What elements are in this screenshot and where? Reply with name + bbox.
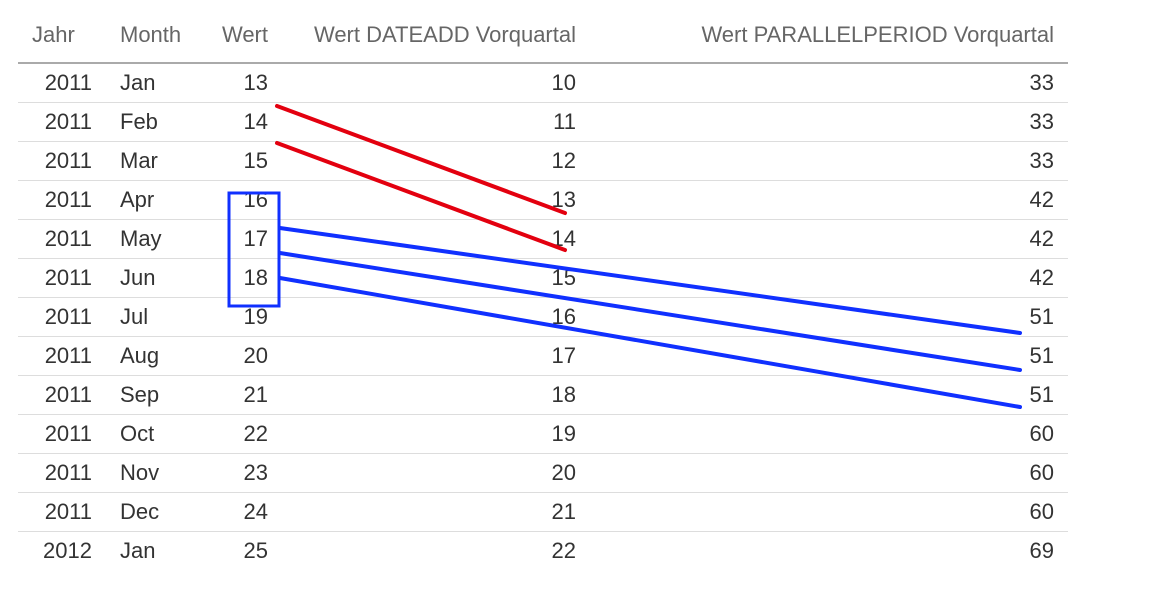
cell-month: Oct <box>106 415 204 454</box>
cell-wert: 17 <box>204 220 282 259</box>
cell-month: Mar <box>106 142 204 181</box>
cell-dateadd: 19 <box>282 415 590 454</box>
cell-month: Jan <box>106 532 204 571</box>
cell-month: Jul <box>106 298 204 337</box>
table-row: 2011Apr161342 <box>18 181 1068 220</box>
table-row: 2011Mar151233 <box>18 142 1068 181</box>
cell-parallel: 51 <box>590 337 1068 376</box>
cell-month: Dec <box>106 493 204 532</box>
cell-jahr: 2011 <box>18 103 106 142</box>
report-canvas: Jahr Month Wert Wert DATEADD Vorquartal … <box>0 0 1159 591</box>
col-header-month: Month <box>106 12 204 63</box>
cell-dateadd: 22 <box>282 532 590 571</box>
table-row: 2011Jul191651 <box>18 298 1068 337</box>
cell-dateadd: 11 <box>282 103 590 142</box>
cell-parallel: 51 <box>590 376 1068 415</box>
table-row: 2011Aug201751 <box>18 337 1068 376</box>
cell-wert: 21 <box>204 376 282 415</box>
cell-parallel: 33 <box>590 103 1068 142</box>
cell-dateadd: 15 <box>282 259 590 298</box>
cell-wert: 13 <box>204 63 282 103</box>
cell-month: May <box>106 220 204 259</box>
cell-dateadd: 16 <box>282 298 590 337</box>
cell-parallel: 60 <box>590 493 1068 532</box>
table-row: 2011Jun181542 <box>18 259 1068 298</box>
table-row: 2011Sep211851 <box>18 376 1068 415</box>
cell-jahr: 2011 <box>18 415 106 454</box>
cell-month: Apr <box>106 181 204 220</box>
cell-parallel: 51 <box>590 298 1068 337</box>
cell-month: Jun <box>106 259 204 298</box>
cell-dateadd: 13 <box>282 181 590 220</box>
cell-jahr: 2011 <box>18 493 106 532</box>
cell-jahr: 2011 <box>18 259 106 298</box>
cell-jahr: 2011 <box>18 220 106 259</box>
cell-parallel: 42 <box>590 259 1068 298</box>
col-header-parallel: Wert PARALLELPERIOD Vorquartal <box>590 12 1068 63</box>
table-row: 2011Feb141133 <box>18 103 1068 142</box>
cell-wert: 18 <box>204 259 282 298</box>
cell-month: Jan <box>106 63 204 103</box>
cell-jahr: 2011 <box>18 142 106 181</box>
cell-dateadd: 18 <box>282 376 590 415</box>
cell-dateadd: 17 <box>282 337 590 376</box>
cell-month: Aug <box>106 337 204 376</box>
cell-jahr: 2011 <box>18 337 106 376</box>
data-table: Jahr Month Wert Wert DATEADD Vorquartal … <box>18 12 1068 570</box>
table-row: 2011May171442 <box>18 220 1068 259</box>
cell-jahr: 2011 <box>18 376 106 415</box>
cell-wert: 25 <box>204 532 282 571</box>
cell-parallel: 33 <box>590 142 1068 181</box>
cell-wert: 16 <box>204 181 282 220</box>
cell-jahr: 2012 <box>18 532 106 571</box>
cell-jahr: 2011 <box>18 298 106 337</box>
cell-wert: 22 <box>204 415 282 454</box>
table-row: 2012Jan252269 <box>18 532 1068 571</box>
col-header-wert: Wert <box>204 12 282 63</box>
cell-dateadd: 12 <box>282 142 590 181</box>
cell-wert: 20 <box>204 337 282 376</box>
cell-wert: 19 <box>204 298 282 337</box>
table-header-row: Jahr Month Wert Wert DATEADD Vorquartal … <box>18 12 1068 63</box>
cell-parallel: 60 <box>590 454 1068 493</box>
table-row: 2011Nov232060 <box>18 454 1068 493</box>
cell-dateadd: 21 <box>282 493 590 532</box>
table-row: 2011Dec242160 <box>18 493 1068 532</box>
cell-month: Sep <box>106 376 204 415</box>
table-row: 2011Oct221960 <box>18 415 1068 454</box>
cell-parallel: 33 <box>590 63 1068 103</box>
cell-dateadd: 10 <box>282 63 590 103</box>
cell-wert: 15 <box>204 142 282 181</box>
cell-jahr: 2011 <box>18 63 106 103</box>
cell-dateadd: 20 <box>282 454 590 493</box>
table-body: 2011Jan1310332011Feb1411332011Mar1512332… <box>18 63 1068 570</box>
cell-wert: 24 <box>204 493 282 532</box>
cell-month: Feb <box>106 103 204 142</box>
cell-parallel: 42 <box>590 181 1068 220</box>
cell-jahr: 2011 <box>18 181 106 220</box>
cell-parallel: 69 <box>590 532 1068 571</box>
cell-dateadd: 14 <box>282 220 590 259</box>
cell-wert: 14 <box>204 103 282 142</box>
cell-jahr: 2011 <box>18 454 106 493</box>
cell-parallel: 60 <box>590 415 1068 454</box>
cell-month: Nov <box>106 454 204 493</box>
cell-parallel: 42 <box>590 220 1068 259</box>
table-header: Jahr Month Wert Wert DATEADD Vorquartal … <box>18 12 1068 63</box>
cell-wert: 23 <box>204 454 282 493</box>
col-header-dateadd: Wert DATEADD Vorquartal <box>282 12 590 63</box>
col-header-jahr: Jahr <box>18 12 106 63</box>
table-row: 2011Jan131033 <box>18 63 1068 103</box>
